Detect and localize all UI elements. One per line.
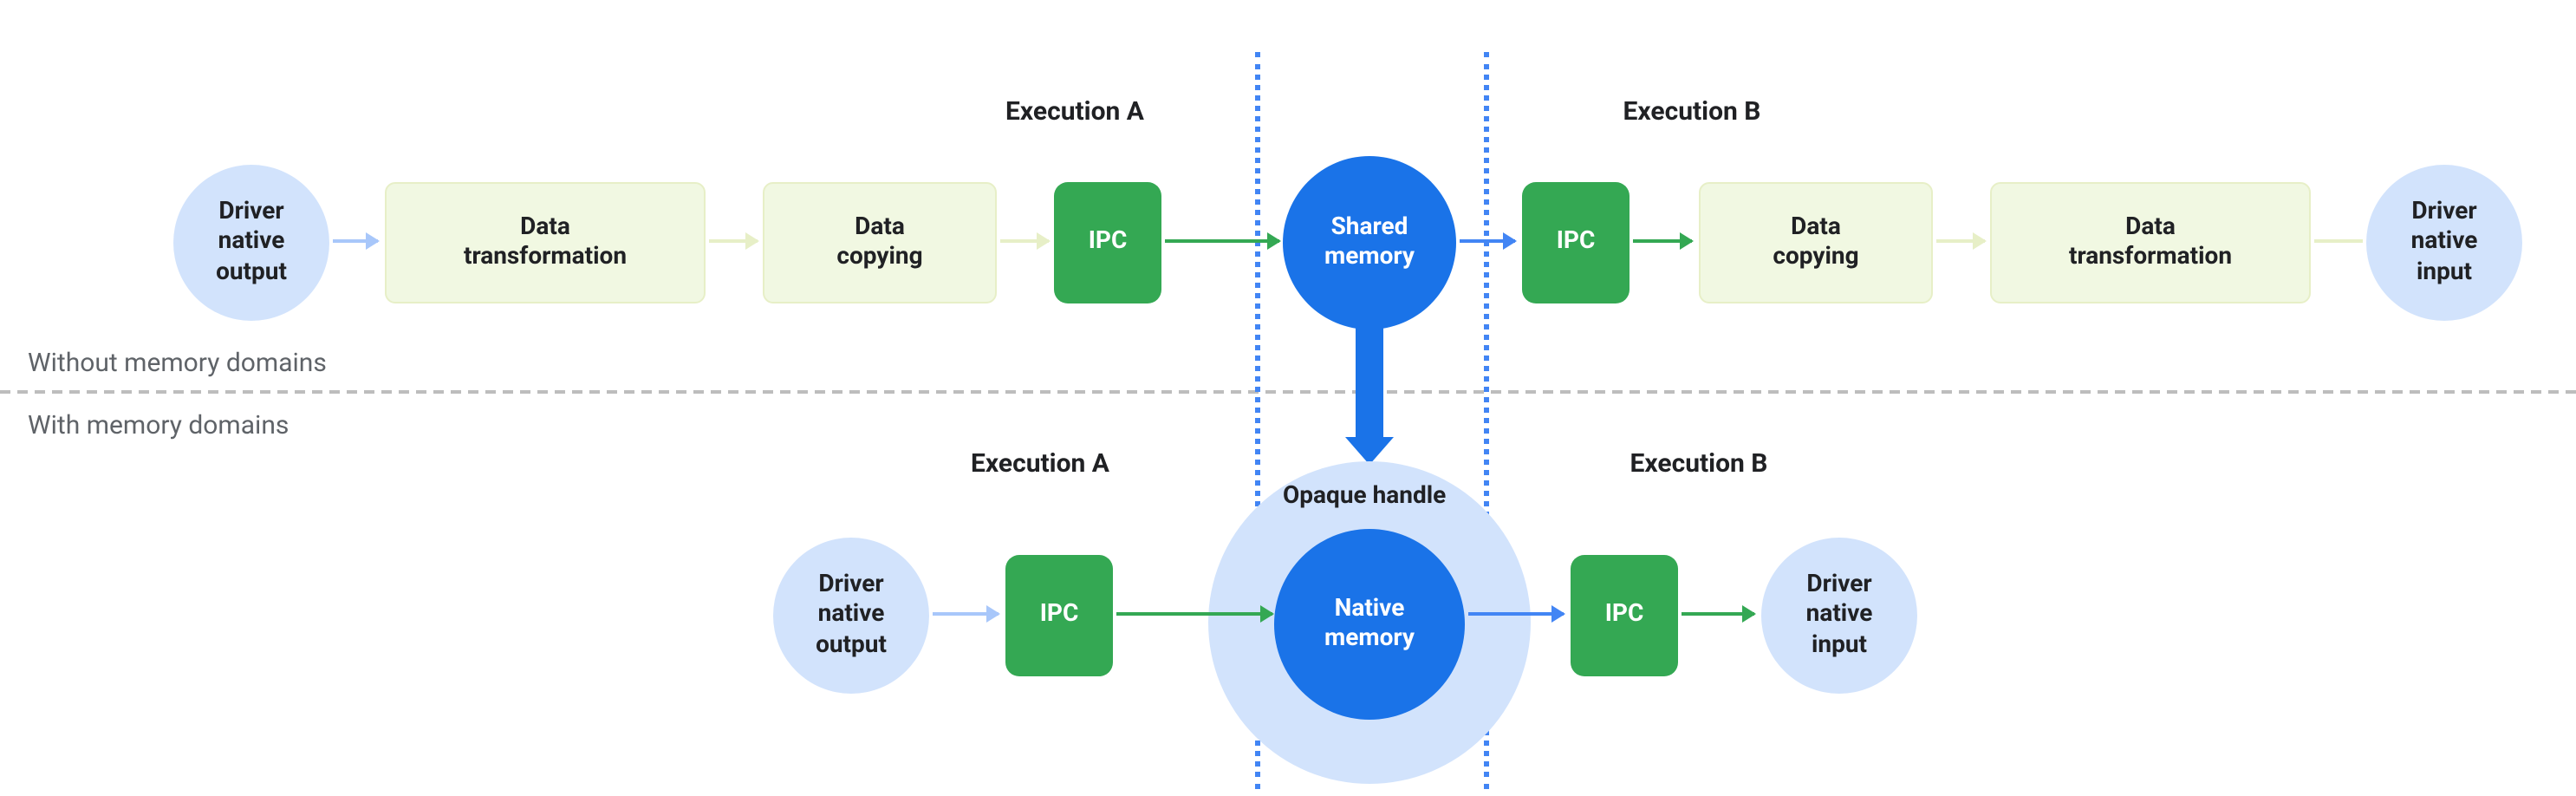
label-execution-a-bottom: Execution A <box>936 447 1144 479</box>
node-driver-output-top: Driver native output <box>173 165 329 321</box>
arrow-transform-to-driverin <box>2314 239 2363 243</box>
node-data-copying-b: Data copying <box>1699 182 1933 303</box>
arrow-copy-to-transform-b <box>1936 239 1985 243</box>
arrow-shared-to-ipc-b <box>1460 239 1515 243</box>
label-with-memory-domains: With memory domains <box>28 409 289 440</box>
node-data-copying-a: Data copying <box>763 182 997 303</box>
arrow-ipc-b-to-driverin-bottom <box>1682 612 1754 616</box>
label-execution-a-top: Execution A <box>971 95 1179 127</box>
diagram-canvas: Without memory domains With memory domai… <box>0 0 2576 796</box>
arrow-driverout-to-ipc-bottom <box>933 612 999 616</box>
arrow-copy-to-ipc-a <box>1000 239 1049 243</box>
node-ipc-a-bottom: IPC <box>1005 555 1113 676</box>
node-ipc-b-top: IPC <box>1522 182 1630 303</box>
node-driver-output-bottom: Driver native output <box>773 538 929 694</box>
node-data-transformation-b: Data transformation <box>1990 182 2311 303</box>
arrow-transform-to-copy-a <box>709 239 758 243</box>
label-execution-b-bottom: Execution B <box>1595 447 1803 479</box>
node-shared-memory: Shared memory <box>1283 156 1456 329</box>
arrow-shared-to-native <box>1356 326 1383 440</box>
node-ipc-a-top: IPC <box>1054 182 1161 303</box>
label-without-memory-domains: Without memory domains <box>28 347 327 378</box>
arrow-ipc-a-to-shared <box>1165 239 1279 243</box>
arrow-ipc-b-to-copy <box>1633 239 1692 243</box>
arrow-native-to-ipc-b <box>1468 612 1564 616</box>
node-native-memory: Native memory <box>1274 529 1465 720</box>
label-execution-b-top: Execution B <box>1588 95 1796 127</box>
horizontal-divider <box>0 390 2576 394</box>
node-driver-input-top: Driver native input <box>2366 165 2522 321</box>
node-driver-input-bottom: Driver native input <box>1761 538 1917 694</box>
node-data-transformation-a: Data transformation <box>385 182 706 303</box>
label-opaque-handle: Opaque handle <box>1283 482 1446 510</box>
node-ipc-b-bottom: IPC <box>1571 555 1678 676</box>
arrow-ipc-a-to-native <box>1116 612 1272 616</box>
arrow-driverout-to-transform <box>333 239 378 243</box>
